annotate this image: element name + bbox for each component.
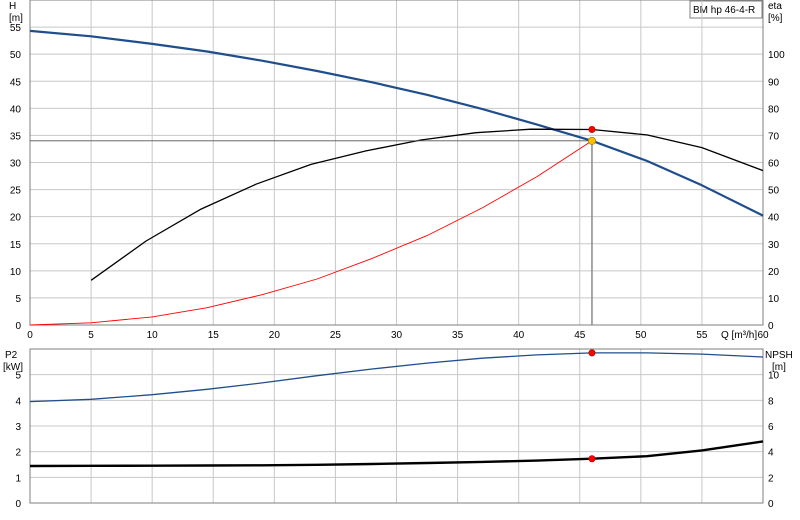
y2-tick-label: 80 bbox=[768, 104, 780, 115]
y-tick-label: 25 bbox=[10, 186, 22, 197]
x-tick-label: 30 bbox=[391, 330, 403, 341]
x-tick-label: 10 bbox=[147, 330, 159, 341]
x-tick-label: 20 bbox=[269, 330, 281, 341]
y2-tick-label: 40 bbox=[768, 213, 780, 224]
y-axis-title-h: H bbox=[9, 1, 16, 12]
x-tick-label: 50 bbox=[635, 330, 647, 341]
y2-tick-label: 2 bbox=[768, 473, 774, 484]
x-tick-label: 35 bbox=[452, 330, 464, 341]
x-tick-label: 40 bbox=[513, 330, 525, 341]
x-tick-label: 55 bbox=[696, 330, 708, 341]
y2-tick-label: 20 bbox=[768, 267, 780, 278]
pump-curve-chart: H [m] eta [%] Q [m³/h] BM hp 46-4-R P2 [… bbox=[3, 0, 793, 510]
x-tick-label: 60 bbox=[757, 330, 769, 341]
y2-tick-label: 0 bbox=[768, 499, 774, 510]
y-tick-label: 1 bbox=[15, 473, 21, 484]
y-tick-label: 55 bbox=[10, 23, 22, 34]
y2-axis-title-npsh: NPSH bbox=[765, 350, 793, 361]
y2-tick-label: 30 bbox=[768, 240, 780, 251]
y2-tick-label: 70 bbox=[768, 131, 780, 142]
y-tick-label: 35 bbox=[10, 131, 22, 142]
y2-tick-label: 0 bbox=[768, 321, 774, 332]
y-tick-label: 5 bbox=[15, 371, 21, 382]
y-tick-label: 10 bbox=[10, 267, 22, 278]
y2-tick-label: 10 bbox=[768, 294, 780, 305]
y2-axis-unit-eta: [%] bbox=[768, 13, 783, 24]
efficiency-curve bbox=[90, 128, 764, 281]
x-tick-label: 25 bbox=[330, 330, 342, 341]
y-tick-label: 5 bbox=[15, 294, 21, 305]
x-tick-label: 5 bbox=[88, 330, 94, 341]
y-tick-label: 15 bbox=[10, 240, 22, 251]
y-axis-title-p2: P2 bbox=[5, 350, 18, 361]
y2-tick-label: 60 bbox=[768, 159, 780, 170]
operating-point-marker bbox=[588, 125, 596, 133]
system-curve bbox=[29, 140, 593, 326]
y2-tick-label: 4 bbox=[768, 448, 774, 459]
plot-layer: 0510152025303540455055010203040506070809… bbox=[10, 0, 785, 510]
y-tick-label: 2 bbox=[15, 448, 21, 459]
y2-axis-title-eta: eta bbox=[768, 1, 782, 12]
y-tick-label: 45 bbox=[10, 77, 22, 88]
y-tick-label: 40 bbox=[10, 104, 22, 115]
y-tick-label: 0 bbox=[15, 321, 21, 332]
x-tick-label: 45 bbox=[574, 330, 586, 341]
y2-tick-label: 90 bbox=[768, 77, 780, 88]
y-tick-label: 30 bbox=[10, 159, 22, 170]
y-tick-label: 3 bbox=[15, 422, 21, 433]
y-tick-label: 0 bbox=[15, 499, 21, 510]
x-tick-label: 15 bbox=[208, 330, 220, 341]
legend-box: BM hp 46-4-R bbox=[689, 0, 763, 19]
x-axis-title: Q [m³/h] bbox=[721, 330, 757, 341]
y2-tick-label: 6 bbox=[768, 422, 774, 433]
y2-tick-label: 8 bbox=[768, 396, 774, 407]
operating-point-marker bbox=[588, 455, 596, 463]
y2-tick-label: 50 bbox=[768, 186, 780, 197]
y-tick-label: 4 bbox=[15, 396, 21, 407]
x-tick-label: 0 bbox=[27, 330, 33, 341]
y2-tick-label: 10 bbox=[768, 371, 780, 382]
duty-point-marker bbox=[587, 136, 596, 145]
y2-tick-label: 100 bbox=[768, 50, 785, 61]
y-tick-label: 50 bbox=[10, 50, 22, 61]
y-tick-label: 20 bbox=[10, 213, 22, 224]
operating-point-marker bbox=[588, 349, 596, 357]
